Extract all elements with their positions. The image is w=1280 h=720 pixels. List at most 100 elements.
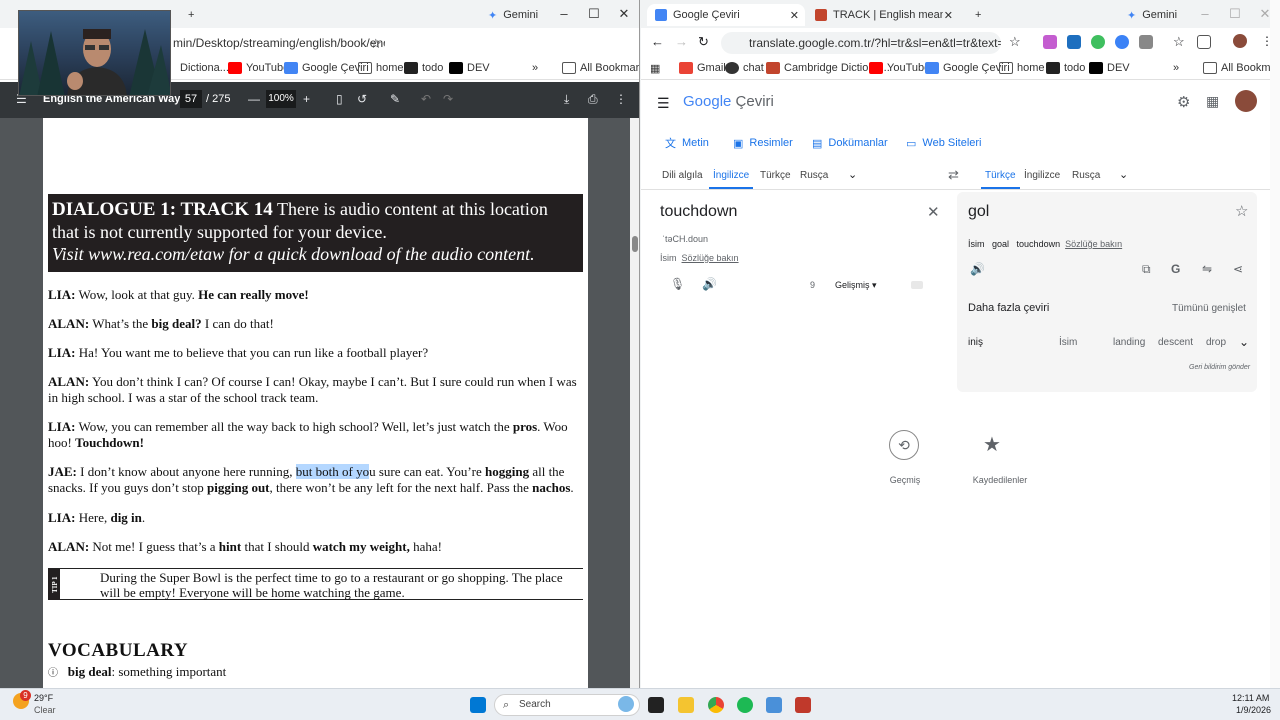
account-avatar[interactable] <box>1235 90 1257 112</box>
source-lang-more-chevron-icon[interactable]: ⌄ <box>848 168 857 181</box>
maximize-button[interactable]: ☐ <box>1227 6 1243 22</box>
clock-date[interactable]: 1/9/2026 <box>1236 705 1271 715</box>
bookmark-dev[interactable]: DEV <box>449 60 490 76</box>
undo-icon[interactable]: ↶ <box>421 92 431 106</box>
advanced-dropdown[interactable]: Gelişmiş ▾ <box>835 280 877 291</box>
clear-text-icon[interactable]: ✕ <box>927 203 940 221</box>
apps-grid-icon[interactable]: ▦ <box>1206 93 1219 110</box>
close-tab-icon[interactable]: ✕ <box>790 9 799 22</box>
bookmark-star-icon[interactable]: ☆ <box>1009 34 1021 50</box>
notepad-icon[interactable] <box>766 697 782 713</box>
extension-icon[interactable] <box>1067 35 1081 49</box>
history-icon[interactable]: ⟲ <box>889 430 919 460</box>
extension-icon[interactable] <box>1043 35 1057 49</box>
weather-desc[interactable]: Clear <box>34 705 56 715</box>
task-view-icon[interactable] <box>648 697 664 713</box>
bookmark-todo[interactable]: todo <box>1046 60 1085 76</box>
maximize-button[interactable]: ☐ <box>586 6 602 22</box>
tab-documents[interactable]: ▤ Dokümanlar <box>812 135 888 151</box>
scrollbar-thumb[interactable] <box>632 236 638 252</box>
annotate-icon[interactable]: ✎ <box>390 92 400 106</box>
target-lang-turkish[interactable]: Türkçe <box>981 170 1020 189</box>
fit-page-icon[interactable]: ▯ <box>336 92 343 106</box>
alt-synonym[interactable]: landing <box>1113 337 1145 348</box>
url-field[interactable]: translate.google.com.tr/?hl=tr&sl=en&tl=… <box>721 32 1001 54</box>
profile-avatar[interactable] <box>1233 34 1247 48</box>
minimize-button[interactable]: – <box>556 6 572 22</box>
target-lang-more-chevron-icon[interactable]: ⌄ <box>1119 168 1128 181</box>
source-dictionary-link[interactable]: Sözlüğe bakın <box>682 253 739 263</box>
expand-chevron-icon[interactable]: ⌄ <box>1239 335 1249 349</box>
zoom-out-button[interactable]: — <box>248 92 260 106</box>
google-search-icon[interactable]: G <box>1171 262 1180 276</box>
saved-star-icon[interactable]: ★ <box>983 432 1001 457</box>
extension-icon[interactable] <box>1115 35 1129 49</box>
alt-synonym[interactable]: drop <box>1206 337 1226 348</box>
extension-icon[interactable] <box>1091 35 1105 49</box>
new-tab-button[interactable]: + <box>967 4 989 26</box>
tab-websites[interactable]: ▭ Web Siteleri <box>906 135 982 151</box>
bookmark-google-ceviri[interactable]: Google Çeviri <box>925 60 1010 76</box>
settings-gear-icon[interactable]: ⚙ <box>1177 93 1190 111</box>
target-lang-russian[interactable]: Rusça <box>1072 170 1100 181</box>
expand-all-button[interactable]: Tümünü genişlet <box>1172 303 1246 314</box>
keyboard-icon[interactable] <box>911 281 923 289</box>
source-lang-detect[interactable]: Dili algıla <box>662 170 703 181</box>
bookmark-home[interactable]: home <box>358 60 404 76</box>
spotify-icon[interactable] <box>737 697 753 713</box>
new-tab-button[interactable]: + <box>180 4 202 26</box>
clock-time[interactable]: 12:11 AM <box>1232 693 1269 703</box>
file-explorer-icon[interactable] <box>678 697 694 713</box>
source-lang-turkish[interactable]: Türkçe <box>760 170 791 181</box>
close-window-button[interactable]: ✕ <box>616 6 632 22</box>
bookmark-star-icon[interactable]: ☆ <box>370 36 382 52</box>
windows-start-icon[interactable] <box>470 697 486 713</box>
chrome-icon[interactable] <box>708 697 724 713</box>
history-label[interactable]: Geçmiş <box>865 475 945 485</box>
pdf-scrollbar[interactable] <box>630 118 639 688</box>
text-selection[interactable]: but both of yo <box>295 464 370 479</box>
print-icon[interactable]: ⎙ <box>588 92 598 107</box>
share-icon[interactable]: ⋖ <box>1233 262 1243 276</box>
target-dictionary-link[interactable]: Sözlüğe bakın <box>1065 239 1122 249</box>
save-star-icon[interactable]: ☆ <box>1235 202 1248 220</box>
google-translate-logo[interactable]: Google Çeviri <box>683 93 774 110</box>
send-feedback-link[interactable]: Geri bildirim gönder <box>1189 364 1250 371</box>
bookmark-youtube[interactable]: YouTube <box>869 60 930 76</box>
bookmark-home[interactable]: home <box>999 60 1045 76</box>
tab-gemini[interactable]: ✦ Gemini <box>1119 4 1185 26</box>
tab-cambridge[interactable]: TRACK | English meaning - Cam ✕ <box>807 4 959 26</box>
page-scrollbar[interactable] <box>1270 0 1280 688</box>
close-tab-icon[interactable]: ✕ <box>944 9 953 22</box>
all-bookmarks[interactable]: All Bookmarks <box>1203 60 1280 76</box>
voicemeeter-icon[interactable] <box>795 697 811 713</box>
bookmark-google-ceviri[interactable]: Google Çeviri <box>284 60 369 76</box>
zoom-input[interactable]: 100% <box>266 90 296 108</box>
download-icon[interactable]: ⤓ <box>564 92 569 107</box>
microphone-icon[interactable]: 🎙 <box>670 277 685 291</box>
alt-synonym[interactable]: descent <box>1158 337 1193 348</box>
speaker-icon[interactable]: 🔊 <box>702 277 717 291</box>
pdf-more-icon[interactable]: ⋮ <box>615 92 627 106</box>
copilot-icon[interactable] <box>618 696 634 712</box>
bookmark-chat[interactable]: chat <box>725 60 764 76</box>
redo-icon[interactable]: ↷ <box>443 92 453 106</box>
tab-google-ceviri[interactable]: Google Çeviri ✕ <box>647 4 805 26</box>
rate-translation-icon[interactable]: ⇋ <box>1202 262 1212 276</box>
tab-search-icon[interactable] <box>1197 35 1211 49</box>
rotate-icon[interactable]: ↺ <box>357 92 367 106</box>
source-textarea[interactable]: touchdown <box>660 203 737 221</box>
weather-temp[interactable]: 29°F <box>34 693 53 703</box>
forward-icon[interactable]: → <box>675 34 688 49</box>
target-lang-english[interactable]: İngilizce <box>1024 170 1060 181</box>
url-field[interactable]: min/Desktop/streaming/english/book/engli… <box>165 32 385 54</box>
tab-text[interactable]: 文 Metin <box>665 135 709 151</box>
bookmark-todo[interactable]: todo <box>404 60 443 76</box>
source-lang-russian[interactable]: Rusça <box>800 170 828 181</box>
bookmark-gmail[interactable]: Gmail <box>679 60 726 76</box>
minimize-button[interactable]: – <box>1197 6 1213 22</box>
bookmark-item[interactable]: Dictiona... <box>180 60 229 76</box>
bookmark-dev[interactable]: DEV <box>1089 60 1130 76</box>
saved-label[interactable]: Kaydedilenler <box>960 475 1040 485</box>
listen-icon[interactable]: 🔊 <box>970 262 985 276</box>
